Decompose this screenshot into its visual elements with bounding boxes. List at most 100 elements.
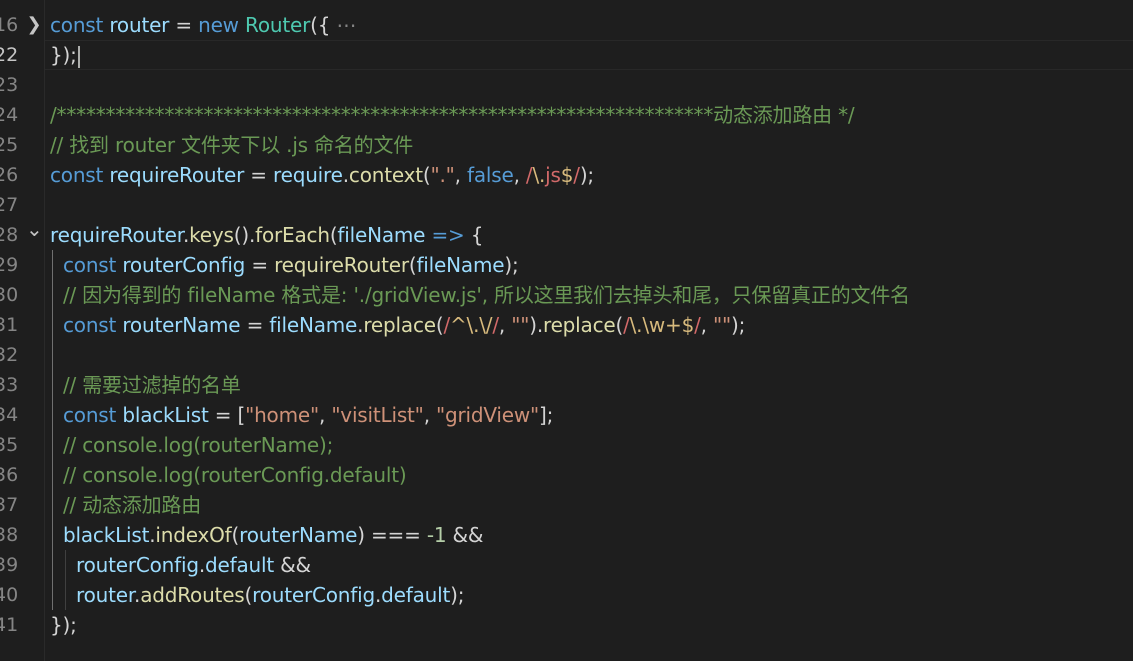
code-token: new <box>198 13 239 37</box>
code-token: ( <box>422 163 431 187</box>
code-token: false <box>466 163 514 187</box>
code-token: Router <box>245 13 311 37</box>
code-token: \. <box>532 163 546 187</box>
line-number: 40 <box>0 584 19 606</box>
line-number: 36 <box>0 464 19 486</box>
code-token: = [ <box>208 403 246 427</box>
code-text: const requireRouter = require.context(".… <box>50 160 594 190</box>
code-token: blackList <box>122 403 209 427</box>
code-line[interactable]: 39 routerConfig.default && <box>0 550 1133 580</box>
code-token: replace <box>542 313 616 337</box>
code-line[interactable]: 28 ⌄ requireRouter.keys().forEach(fileName… <box>0 217 1133 250</box>
code-token: ( <box>615 313 624 337</box>
code-token: = <box>244 163 274 187</box>
code-text: // 找到 router 文件夹下以 .js 命名的文件 <box>50 130 413 160</box>
line-number: 25 <box>0 134 19 156</box>
code-token: }); <box>50 613 77 637</box>
code-token: context <box>348 163 423 187</box>
code-text: // 需要过滤掉的名单 <box>63 370 241 400</box>
code-token: ( <box>231 523 240 547</box>
code-token: routerName <box>122 313 241 337</box>
code-token: , <box>423 403 437 427</box>
line-number: 33 <box>0 374 19 396</box>
code-line[interactable]: 16 ❯ const router = new Router({ ⋯ <box>0 10 1133 40</box>
code-line[interactable]: 37 // 动态添加路由 <box>0 490 1133 520</box>
code-token: routerConfig <box>252 583 375 607</box>
code-token: -1 <box>426 523 447 547</box>
code-line[interactable]: 34 const blackList = ["home", "visitList"… <box>0 400 1133 430</box>
code-token: , <box>318 403 332 427</box>
code-token: routerName <box>239 523 358 547</box>
code-line[interactable]: 32 <box>0 340 1133 370</box>
code-token: ⋯ <box>336 13 357 37</box>
code-token: routerConfig <box>122 253 246 277</box>
code-text: }); <box>50 610 77 640</box>
code-token: addRoutes <box>140 583 245 607</box>
code-text: const routerName = fileName.replace(/^\.… <box>63 310 745 340</box>
code-line[interactable]: 38 blackList.indexOf(routerName) === -1 &… <box>0 520 1133 550</box>
line-number: 38 <box>0 524 19 546</box>
line-number: 26 <box>0 164 19 186</box>
code-token: => <box>431 223 465 247</box>
code-token: && <box>446 523 484 547</box>
line-number: 41 <box>0 614 19 636</box>
code-line[interactable]: 26 const requireRouter = require.context(… <box>0 160 1133 190</box>
code-line[interactable]: 24 /*************************************… <box>0 100 1133 130</box>
code-text: requireRouter.keys().forEach(fileName =>… <box>50 220 483 250</box>
code-line[interactable]: 27 <box>0 190 1133 220</box>
code-token: ); <box>579 163 594 187</box>
code-line[interactable]: 33 // 需要过滤掉的名单 <box>0 370 1133 400</box>
line-number: 34 <box>0 404 19 426</box>
code-token: const <box>63 403 117 427</box>
code-token: = <box>240 313 270 337</box>
code-token: ]; <box>539 403 554 427</box>
line-number: 29 <box>0 254 19 276</box>
code-text: const blackList = ["home", "visitList", … <box>63 400 553 430</box>
code-line[interactable]: 40 router.addRoutes(routerConfig.default)… <box>0 580 1133 610</box>
line-number: 24 <box>0 104 19 126</box>
code-token: // console.log(routerConfig.default) <box>63 463 407 487</box>
code-token: "visitList" <box>331 403 424 427</box>
code-token: ); <box>450 583 465 607</box>
code-token: const <box>50 163 104 187</box>
code-text: // 动态添加路由 <box>63 490 201 520</box>
code-token: fileName <box>269 313 358 337</box>
code-token: /***************************************… <box>50 103 855 127</box>
code-line[interactable]: 35 // console.log(routerName); <box>0 430 1133 460</box>
indent-guide <box>65 550 66 610</box>
code-token: const <box>63 313 117 337</box>
line-number: 35 <box>0 434 19 456</box>
code-line[interactable]: 31 const routerName = fileName.replace(/^… <box>0 310 1133 340</box>
code-editor[interactable]: 16 ❯ const router = new Router({ ⋯ 22}); 23 2… <box>0 0 1133 661</box>
code-token: blackList <box>63 523 150 547</box>
code-token: ^\.\/ <box>450 313 493 337</box>
line-number: 16 <box>0 14 19 36</box>
code-token: ); <box>731 313 746 337</box>
code-token: , <box>700 313 713 337</box>
line-number: 23 <box>0 74 19 96</box>
code-text: }); <box>50 40 80 70</box>
line-number: 31 <box>0 314 19 336</box>
chevron-down-icon[interactable]: ⌄ <box>26 214 43 244</box>
code-text: // console.log(routerConfig.default) <box>63 460 407 490</box>
code-line[interactable]: 36 // console.log(routerConfig.default) <box>0 460 1133 490</box>
code-line[interactable]: 30 // 因为得到的 fileName 格式是: './gridView.js'… <box>0 280 1133 310</box>
code-token: requireRouter <box>109 163 245 187</box>
code-line[interactable]: 22}); <box>0 40 1133 70</box>
code-line[interactable]: 25 // 找到 router 文件夹下以 .js 命名的文件 <box>0 130 1133 160</box>
line-number: 37 <box>0 494 19 516</box>
code-line[interactable]: 29 const routerConfig = requireRouter(fil… <box>0 250 1133 280</box>
code-line[interactable]: 23 <box>0 70 1133 100</box>
line-number: 39 <box>0 554 19 576</box>
code-text: // console.log(routerName); <box>63 430 333 460</box>
code-token: replace <box>363 313 436 337</box>
code-token: "home" <box>245 403 319 427</box>
chevron-right-icon[interactable]: ❯ <box>26 10 42 40</box>
code-token: const <box>50 13 104 37</box>
code-text: const routerConfig = requireRouter(fileN… <box>63 250 519 280</box>
code-token: { <box>464 223 484 247</box>
code-text: /***************************************… <box>50 100 855 130</box>
code-token: \.\w+$ <box>629 313 695 337</box>
code-line[interactable]: 41}); <box>0 610 1133 640</box>
code-token: // 需要过滤掉的名单 <box>63 373 241 397</box>
